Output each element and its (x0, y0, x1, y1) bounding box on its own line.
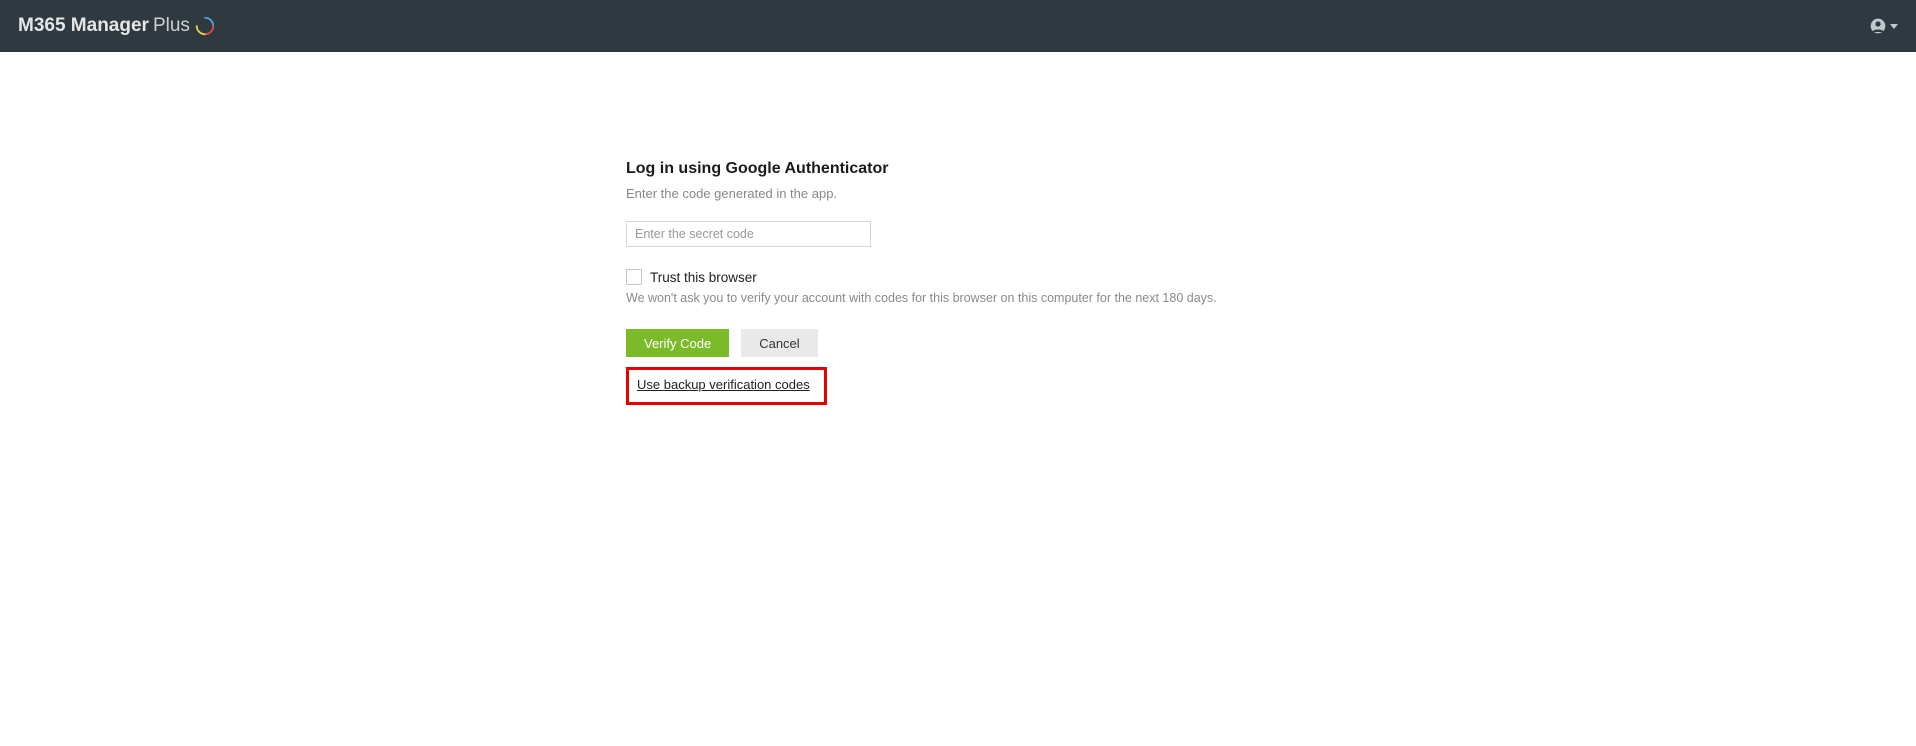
buttons-row: Verify Code Cancel (626, 329, 1306, 357)
form-title: Log in using Google Authenticator (626, 160, 1306, 178)
user-menu[interactable] (1870, 18, 1898, 34)
login-panel: Log in using Google Authenticator Enter … (626, 160, 1306, 405)
logo-text-prefix: M365 Manager (18, 15, 149, 37)
code-input[interactable] (626, 221, 871, 247)
cancel-button[interactable]: Cancel (741, 329, 817, 357)
backup-codes-link[interactable]: Use backup verification codes (637, 377, 810, 392)
trust-label: Trust this browser (650, 270, 757, 285)
backup-link-highlight: Use backup verification codes (626, 367, 827, 405)
trust-row: Trust this browser (626, 269, 1306, 285)
app-header: M365 Manager Plus (0, 0, 1916, 52)
app-logo: M365 Manager Plus (18, 15, 216, 37)
trust-note: We won't ask you to verify your account … (626, 291, 1306, 305)
trust-checkbox[interactable] (626, 269, 642, 285)
logo-text-suffix: Plus (153, 15, 190, 37)
form-subtitle: Enter the code generated in the app. (626, 186, 1306, 201)
main-content: Log in using Google Authenticator Enter … (0, 52, 1916, 405)
user-icon (1870, 18, 1886, 34)
verify-button[interactable]: Verify Code (626, 329, 729, 357)
chevron-down-icon (1890, 24, 1898, 29)
logo-swirl-icon (194, 15, 216, 37)
